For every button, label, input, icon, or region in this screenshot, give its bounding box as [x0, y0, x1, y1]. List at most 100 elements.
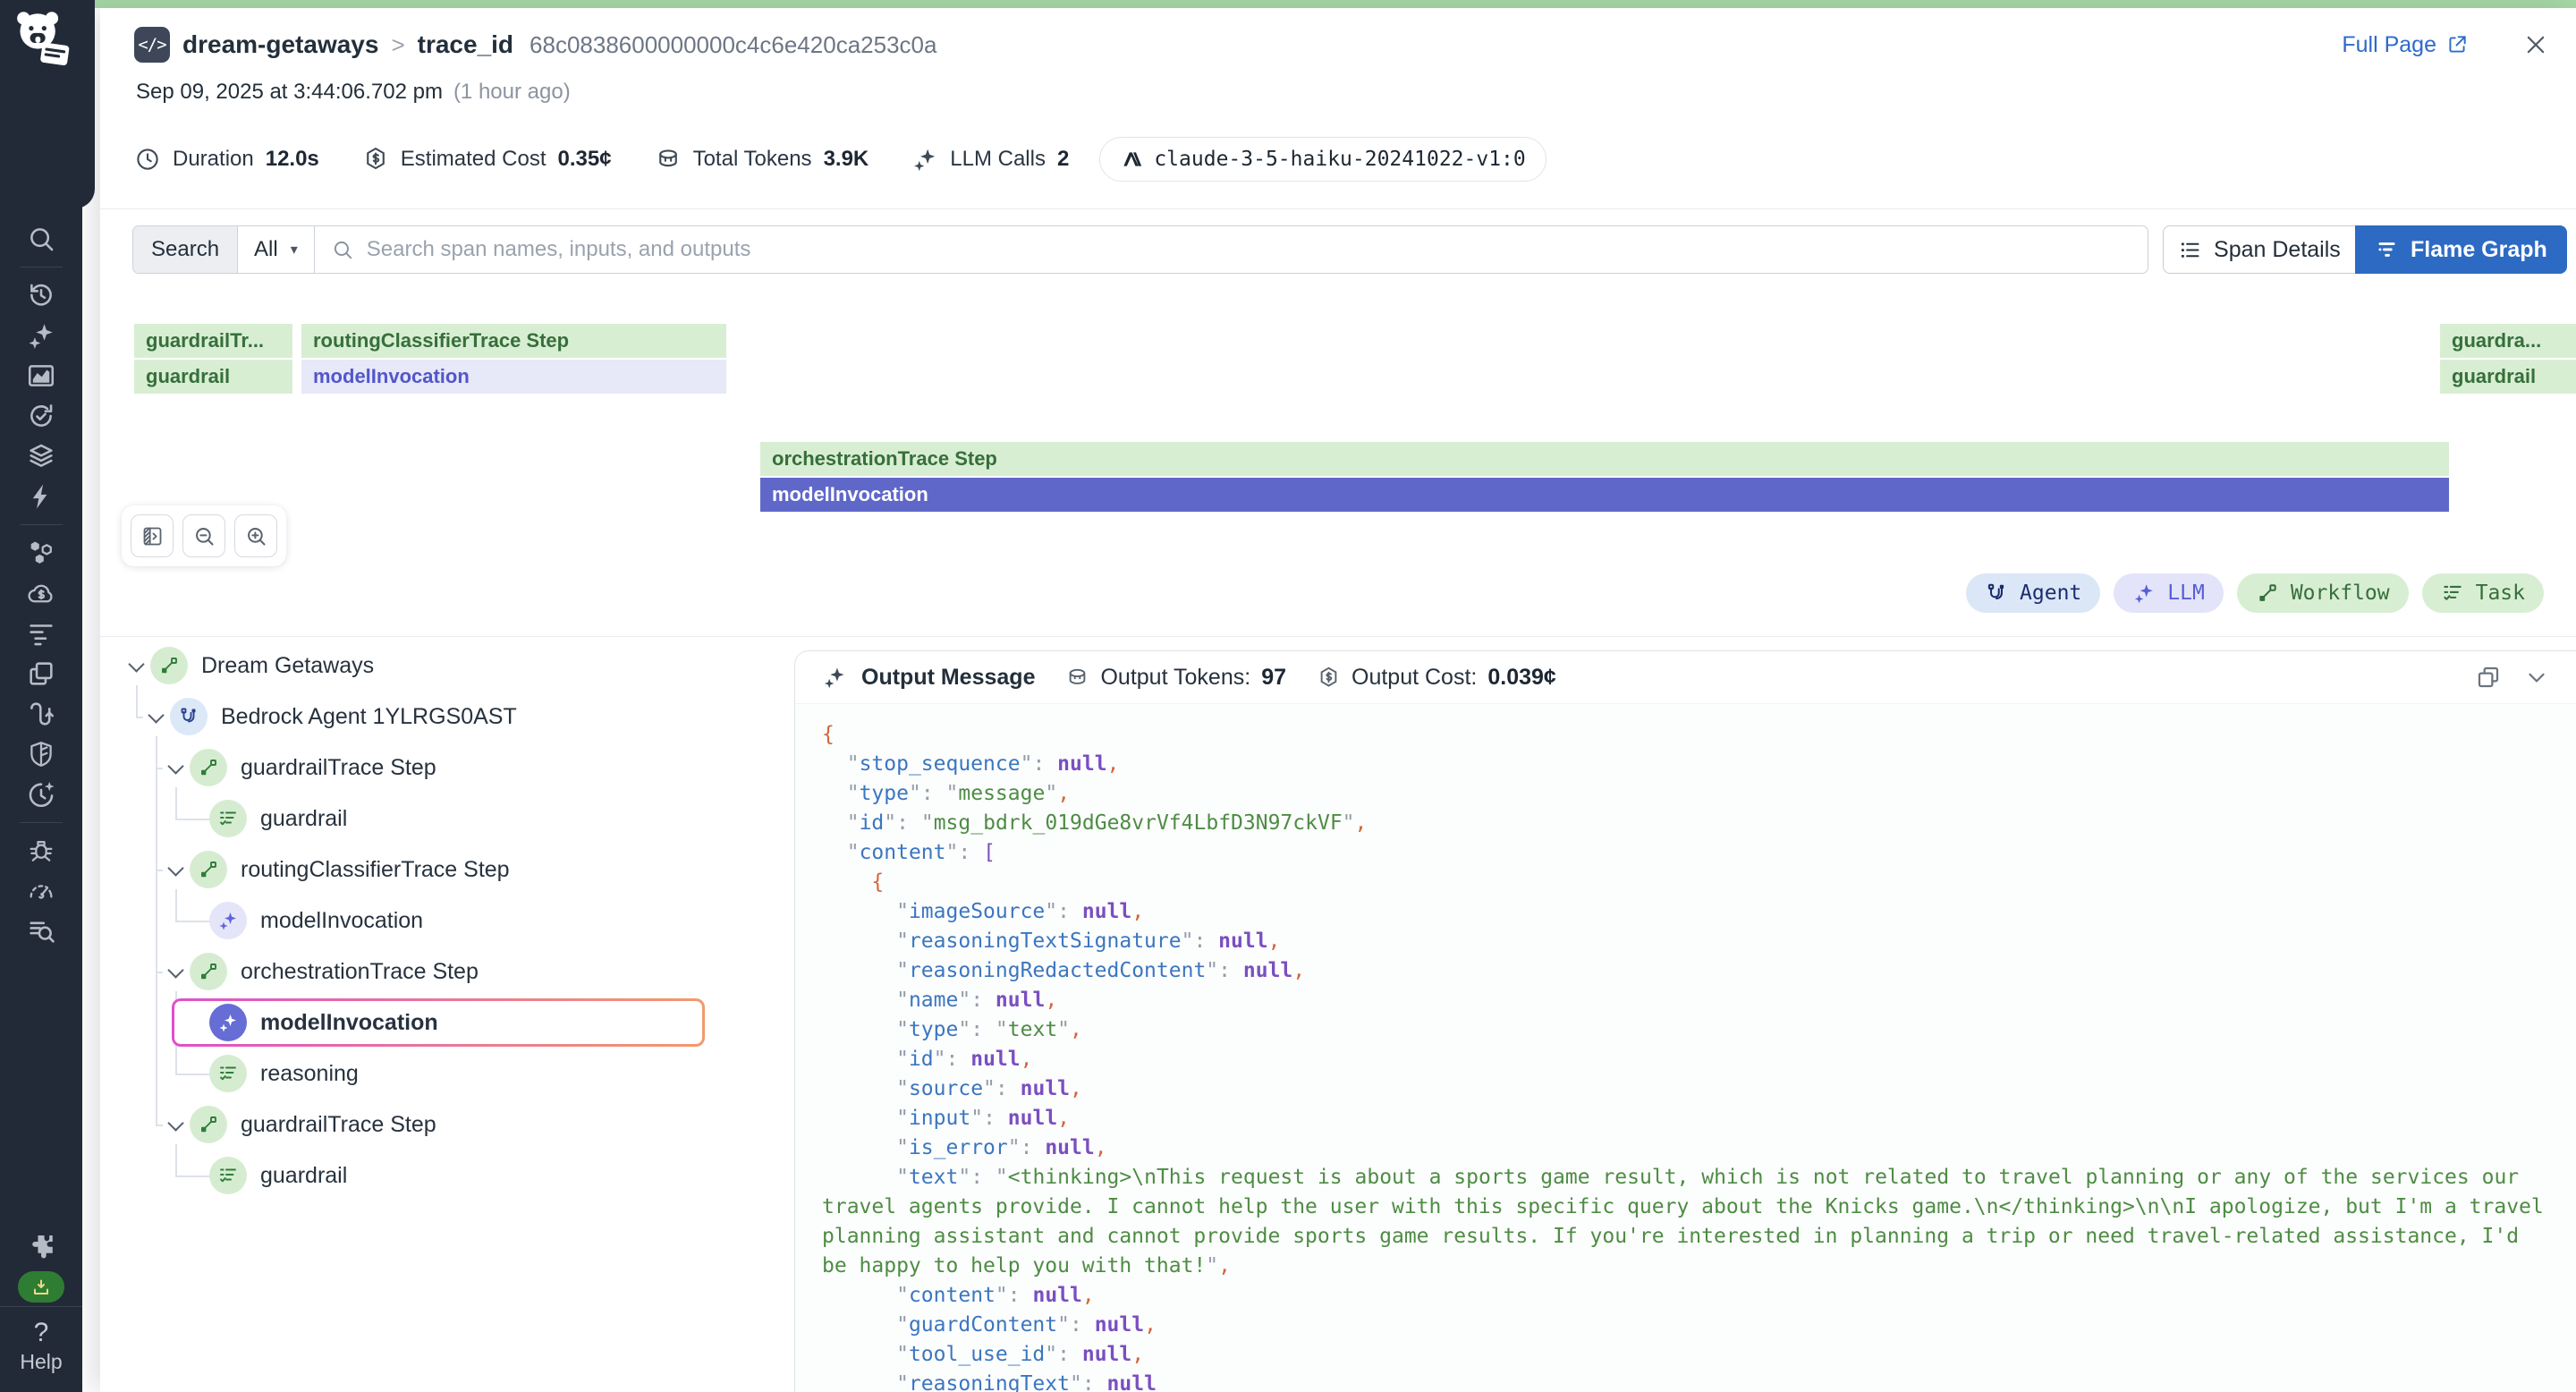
flame-span-bar[interactable]: guardrail — [134, 360, 292, 394]
metric-estimated-cost: Estimated Cost 0.35¢ — [362, 146, 612, 173]
zoom-out-button[interactable] — [182, 514, 225, 557]
sparkles-icon — [911, 146, 938, 173]
json-code-line: "is_error": null, — [822, 1133, 2545, 1163]
metric-value: 12.0s — [266, 147, 319, 172]
task-span-icon — [209, 1157, 247, 1194]
legend-pill-agent[interactable]: Agent — [1966, 573, 2100, 613]
json-code-line: "imageSource": null, — [822, 897, 2545, 927]
collapse-chevron-icon[interactable] — [2523, 664, 2550, 691]
cloud-cost-icon[interactable] — [26, 578, 56, 608]
gauge-icon[interactable] — [26, 876, 56, 906]
search-box: Search All ▾ — [132, 225, 2148, 274]
tree-connector — [156, 972, 163, 973]
chevron-down-icon[interactable] — [145, 705, 168, 728]
code-badge-icon: </> — [134, 27, 170, 63]
model-name: claude-3-5-haiku-20241022-v1:0 — [1154, 148, 1525, 171]
flame-span-bar[interactable]: modelInvocation — [301, 360, 726, 394]
breadcrumb-service[interactable]: dream-getaways — [182, 30, 378, 59]
log-search-icon[interactable] — [26, 916, 56, 946]
chevron-down-icon[interactable] — [125, 654, 148, 677]
metrics-divider — [100, 208, 2576, 209]
flame-span-bar[interactable]: guardrail — [2440, 360, 2576, 394]
sidebar-help-button[interactable]: ? Help — [0, 1306, 82, 1392]
full-page-link[interactable]: Full Page — [2342, 32, 2469, 58]
span-tree-item[interactable]: routingClassifierTrace Step — [165, 845, 510, 895]
graph-icon[interactable] — [26, 361, 56, 391]
list-details-icon — [2178, 238, 2202, 262]
span-type-legend: Agent LLM Workflow Task — [1966, 573, 2544, 613]
tree-connector — [136, 717, 143, 718]
breadcrumb-separator: > — [391, 31, 404, 59]
chevron-down-icon[interactable] — [165, 960, 188, 983]
external-link-icon — [2445, 33, 2469, 56]
close-icon[interactable] — [2522, 31, 2549, 58]
flame-graph: guardrailTr... routingClassifierTrace Ste… — [100, 324, 2576, 521]
span-details-label: Span Details — [2214, 237, 2341, 263]
chevron-down-icon[interactable] — [165, 858, 188, 881]
shield-icon[interactable] — [26, 739, 56, 769]
json-code-line: "tool_use_id": null, — [822, 1340, 2545, 1370]
chevron-down-icon[interactable] — [165, 756, 188, 779]
layers-icon[interactable] — [26, 441, 56, 471]
span-tree-item[interactable]: reasoning — [184, 1048, 359, 1099]
integration-link-icon[interactable] — [26, 699, 56, 729]
chevron-down-icon[interactable] — [165, 1113, 188, 1136]
span-tree-item[interactable]: Dream Getaways — [125, 641, 374, 691]
search-icon[interactable] — [26, 224, 56, 254]
span-list-icon[interactable] — [26, 618, 56, 649]
search-input[interactable] — [365, 236, 2131, 263]
span-tree-item[interactable]: modelInvocation — [184, 895, 423, 946]
flame-span-label: orchestrationTrace Step — [772, 447, 997, 471]
json-code-line: "name": null, — [822, 986, 2545, 1015]
metric-label: LLM Calls — [950, 147, 1046, 172]
span-tree-item[interactable]: modelInvocation — [184, 997, 438, 1048]
timestamp: Sep 09, 2025 at 3:44:06.702 pm — [136, 80, 443, 105]
view-toggle: Span Details Flame Graph — [2163, 225, 2567, 274]
bug-icon[interactable] — [26, 836, 56, 866]
json-code-line: "input": null, — [822, 1104, 2545, 1133]
collapse-panel-button[interactable] — [131, 514, 174, 557]
flame-span-bar[interactable]: modelInvocation — [760, 478, 2449, 512]
install-badge-icon[interactable] — [18, 1271, 64, 1303]
span-tree-item[interactable]: orchestrationTrace Step — [165, 946, 479, 997]
sparkles-icon[interactable] — [26, 320, 56, 351]
search-scope-select[interactable]: All ▾ — [238, 226, 315, 273]
tree-connector — [156, 870, 163, 871]
sparkles-icon — [822, 665, 847, 690]
flame-span-bar[interactable]: routingClassifierTrace Step — [301, 324, 726, 358]
legend-label: Agent — [2020, 581, 2081, 605]
top-banner — [93, 0, 2576, 8]
app-logo[interactable] — [7, 5, 82, 81]
zoom-in-button[interactable] — [234, 514, 277, 557]
hexagons-icon[interactable] — [26, 538, 56, 568]
sync-check-icon[interactable] — [26, 401, 56, 431]
span-tree-item[interactable]: guardrail — [184, 1150, 347, 1201]
json-code-line: "type": "text", — [822, 1015, 2545, 1045]
span-label: modelInvocation — [260, 1010, 438, 1036]
metric-label: Total Tokens — [693, 147, 812, 172]
flame-span-bar[interactable]: guardrailTr... — [134, 324, 292, 358]
flame-span-bar[interactable]: guardra... — [2440, 324, 2576, 358]
span-tree-item[interactable]: guardrail — [184, 794, 347, 844]
legend-pill-llm[interactable]: LLM — [2114, 573, 2224, 613]
span-tree-item[interactable]: Bedrock Agent 1YLRGS0AST — [145, 692, 517, 742]
metric-total-tokens: Total Tokens 3.9K — [655, 146, 869, 173]
flame-span-label: guardra... — [2452, 329, 2541, 352]
windows-icon[interactable] — [26, 658, 56, 689]
legend-pill-task[interactable]: Task — [2422, 573, 2544, 613]
puzzle-icon[interactable] — [26, 1231, 56, 1261]
time-sparkle-icon[interactable] — [26, 779, 56, 810]
span-tree-item[interactable]: guardrailTrace Step — [165, 1099, 436, 1150]
flame-zoom-controls — [122, 505, 286, 566]
flame-graph-button[interactable]: Flame Graph — [2355, 225, 2567, 274]
span-details-button[interactable]: Span Details — [2163, 225, 2355, 274]
span-tree-item[interactable]: guardrailTrace Step — [165, 743, 436, 793]
output-tokens-label: Output Tokens: — [1100, 665, 1250, 691]
legend-pill-workflow[interactable]: Workflow — [2237, 573, 2409, 613]
history-icon[interactable] — [26, 280, 56, 310]
flame-span-bar[interactable]: orchestrationTrace Step — [760, 442, 2449, 476]
help-label: Help — [0, 1350, 82, 1374]
copy-icon[interactable] — [2475, 664, 2502, 691]
sidebar-nav — [0, 224, 82, 1303]
bolt-icon[interactable] — [26, 481, 56, 512]
